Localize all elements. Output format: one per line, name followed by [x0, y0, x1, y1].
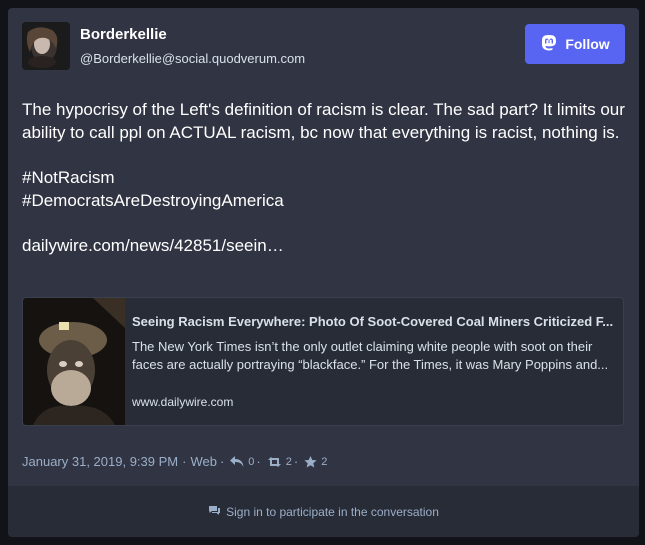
comments-icon	[208, 505, 221, 519]
sign-in-label[interactable]: Sign in to participate in the conversati…	[226, 505, 439, 519]
preview-title: Seeing Racism Everywhere: Photo Of Soot-…	[132, 314, 614, 329]
follow-button[interactable]: Follow	[525, 24, 625, 64]
reply-count: 0	[248, 455, 255, 468]
account-handle[interactable]: @Borderkellie@social.quodverum.com	[80, 51, 305, 66]
link-preview-card[interactable]: Seeing Racism Everywhere: Photo Of Soot-…	[22, 297, 624, 426]
boost-count: 2	[285, 455, 292, 468]
avatar[interactable]	[22, 22, 70, 70]
preview-thumbnail	[23, 298, 125, 425]
meta-separator: ·	[256, 454, 261, 469]
mastodon-icon	[540, 34, 558, 55]
status-content: The hypocrisy of the Left's definition o…	[22, 98, 626, 279]
status-link[interactable]: dailywire.com/news/42851/seein…	[22, 234, 626, 257]
reply-icon[interactable]	[230, 455, 244, 468]
display-name[interactable]: Borderkellie	[80, 26, 167, 43]
meta-separator: ·	[293, 454, 299, 469]
hashtag-list: #NotRacism #DemocratsAreDestroyingAmeric…	[22, 166, 626, 212]
status-text: The hypocrisy of the Left's definition o…	[22, 100, 625, 142]
hashtag-link[interactable]: #DemocratsAreDestroyingAmerica	[22, 189, 626, 212]
meta-separator: ·	[219, 454, 225, 469]
hashtag-link[interactable]: #NotRacism	[22, 166, 626, 189]
status-meta: January 31, 2019, 9:39 PM · Web · 0 · 2 …	[22, 454, 329, 469]
meta-separator: ·	[182, 454, 187, 469]
follow-label: Follow	[565, 36, 610, 52]
preview-description: The New York Times isn’t the only outlet…	[132, 339, 609, 372]
status-card: Borderkellie @Borderkellie@social.quodve…	[8, 8, 639, 537]
status-timestamp[interactable]: January 31, 2019, 9:39 PM	[22, 454, 178, 469]
boost-icon[interactable]	[267, 456, 282, 468]
favourite-count: 2	[321, 455, 328, 468]
sign-in-banner[interactable]: Sign in to participate in the conversati…	[8, 486, 639, 537]
status-application: Web	[190, 454, 217, 469]
preview-host: www.dailywire.com	[132, 395, 234, 409]
star-icon[interactable]	[304, 455, 317, 468]
